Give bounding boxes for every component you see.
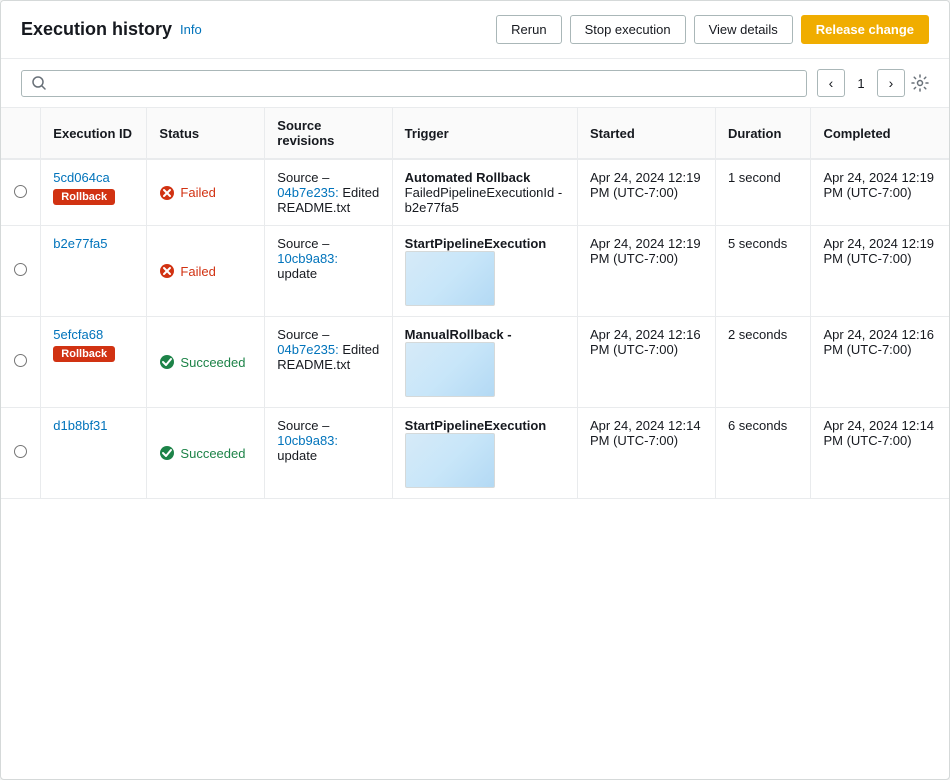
row-radio[interactable]	[14, 354, 27, 367]
pagination: ‹ 1 ›	[817, 69, 929, 97]
status-text: Succeeded	[180, 446, 245, 461]
execution-id-link[interactable]: 5efcfa68	[53, 327, 134, 342]
source-link[interactable]: 10cb9a83:	[277, 251, 338, 266]
source-link[interactable]: 10cb9a83:	[277, 433, 338, 448]
row-radio[interactable]	[14, 445, 27, 458]
trigger-title: ManualRollback -	[405, 327, 512, 342]
search-input-wrap	[21, 70, 807, 97]
execution-id-link[interactable]: b2e77fa5	[53, 236, 134, 251]
completed-cell: Apr 24, 2024 12:14 PM (UTC-7:00)	[811, 408, 949, 499]
header-actions: Rerun Stop execution View details Releas…	[496, 15, 929, 44]
trigger-title: Automated Rollback	[405, 170, 531, 185]
page-header: Execution history Info Rerun Stop execut…	[1, 1, 949, 59]
completed-cell: Apr 24, 2024 12:19 PM (UTC-7:00)	[811, 226, 949, 317]
status-text: Failed	[180, 185, 215, 200]
table-row: b2e77fa5 Failed Source – 10cb9a83: update S…	[1, 226, 949, 317]
execution-id-link[interactable]: d1b8bf31	[53, 418, 134, 433]
duration-cell: 1 second	[715, 159, 811, 226]
trigger-thumbnail	[405, 251, 495, 306]
source-detail: update	[277, 266, 317, 281]
page-title: Execution history	[21, 19, 172, 40]
col-select	[1, 108, 41, 159]
source-prefix: Source –	[277, 170, 329, 185]
next-page-button[interactable]: ›	[877, 69, 905, 97]
status-text: Succeeded	[180, 355, 245, 370]
failed-icon	[159, 185, 175, 201]
trigger-title: StartPipelineExecution	[405, 236, 547, 251]
source-link[interactable]: 04b7e235:	[277, 342, 338, 357]
started-cell: Apr 24, 2024 12:16 PM (UTC-7:00)	[577, 317, 715, 408]
gear-icon	[911, 74, 929, 92]
view-details-button[interactable]: View details	[694, 15, 793, 44]
row-radio[interactable]	[14, 185, 27, 198]
status-failed: Failed	[159, 263, 252, 279]
rollback-badge: Rollback	[53, 189, 115, 205]
failed-icon	[159, 263, 175, 279]
status-text: Failed	[180, 264, 215, 279]
trigger-thumbnail	[405, 342, 495, 397]
started-cell: Apr 24, 2024 12:19 PM (UTC-7:00)	[577, 226, 715, 317]
completed-cell: Apr 24, 2024 12:16 PM (UTC-7:00)	[811, 317, 949, 408]
search-input[interactable]	[52, 76, 796, 91]
rerun-button[interactable]: Rerun	[496, 15, 561, 44]
executions-table: Execution ID Status Source revisions Tri…	[1, 108, 949, 499]
col-duration: Duration	[715, 108, 811, 159]
source-prefix: Source –	[277, 327, 329, 342]
trigger-title: StartPipelineExecution	[405, 418, 547, 433]
succeeded-icon	[159, 354, 175, 370]
trigger-thumbnail	[405, 433, 495, 488]
status-failed: Failed	[159, 185, 252, 201]
completed-cell: Apr 24, 2024 12:19 PM (UTC-7:00)	[811, 159, 949, 226]
source-prefix: Source –	[277, 236, 329, 251]
search-row: ‹ 1 ›	[1, 59, 949, 108]
started-cell: Apr 24, 2024 12:19 PM (UTC-7:00)	[577, 159, 715, 226]
table-row: d1b8bf31 Succeeded Source – 10cb9a83: upda…	[1, 408, 949, 499]
search-icon	[32, 76, 46, 90]
source-prefix: Source –	[277, 418, 329, 433]
source-detail: update	[277, 448, 317, 463]
col-execution-id: Execution ID	[41, 108, 147, 159]
col-completed: Completed	[811, 108, 949, 159]
col-started: Started	[577, 108, 715, 159]
col-trigger: Trigger	[392, 108, 577, 159]
source-link[interactable]: 04b7e235:	[277, 185, 338, 200]
page-number: 1	[851, 76, 871, 91]
started-cell: Apr 24, 2024 12:14 PM (UTC-7:00)	[577, 408, 715, 499]
execution-id-link[interactable]: 5cd064ca	[53, 170, 134, 185]
row-radio[interactable]	[14, 263, 27, 276]
trigger-detail: FailedPipelineExecutionId - b2e77fa5	[405, 185, 563, 215]
release-change-button[interactable]: Release change	[801, 15, 929, 44]
duration-cell: 2 seconds	[715, 317, 811, 408]
table-row: 5cd064ca Rollback Failed Source – 04b7e235:…	[1, 159, 949, 226]
rollback-badge: Rollback	[53, 346, 115, 362]
prev-page-button[interactable]: ‹	[817, 69, 845, 97]
settings-button[interactable]	[911, 74, 929, 92]
duration-cell: 6 seconds	[715, 408, 811, 499]
info-link[interactable]: Info	[180, 22, 202, 37]
succeeded-icon	[159, 445, 175, 461]
status-succeeded: Succeeded	[159, 445, 252, 461]
col-status: Status	[147, 108, 265, 159]
status-succeeded: Succeeded	[159, 354, 252, 370]
col-source-revisions: Source revisions	[265, 108, 392, 159]
stop-execution-button[interactable]: Stop execution	[570, 15, 686, 44]
duration-cell: 5 seconds	[715, 226, 811, 317]
table-row: 5efcfa68 Rollback Succeeded Source – 04b7e2…	[1, 317, 949, 408]
